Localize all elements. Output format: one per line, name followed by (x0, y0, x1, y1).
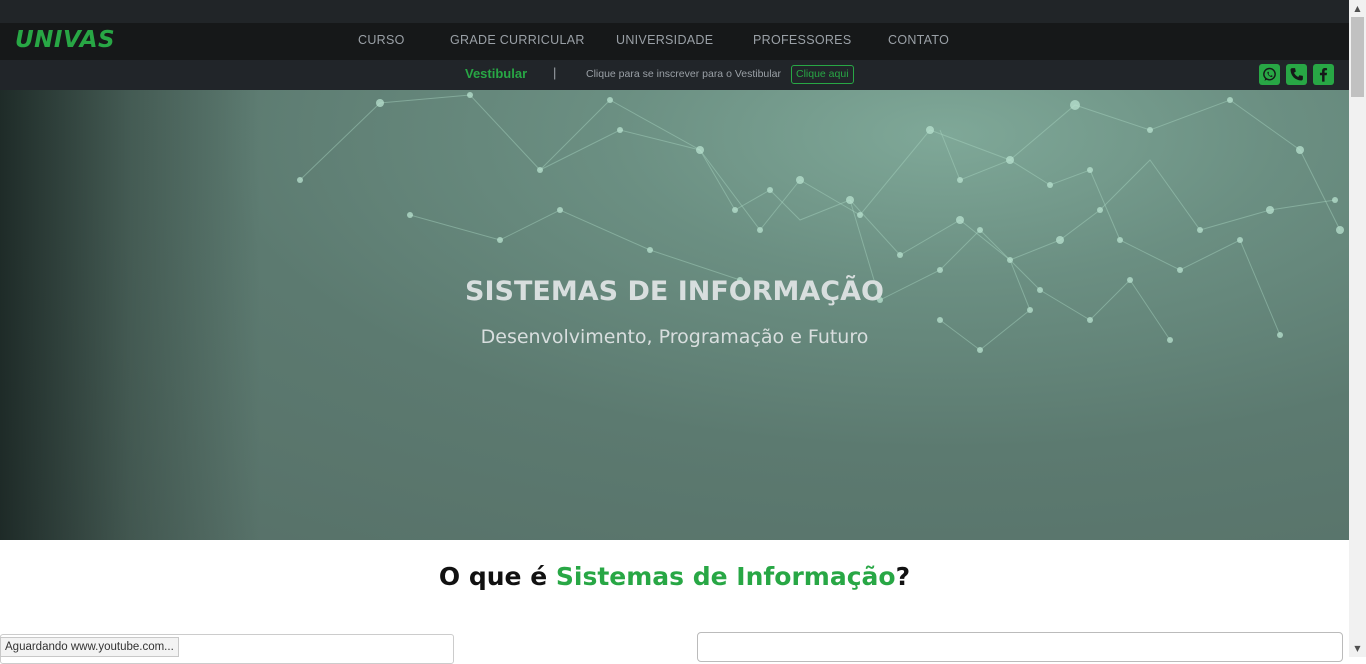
vestibular-text: Clique para se inscrever para o Vestibul… (586, 68, 781, 80)
nav-item-grade-curricular[interactable]: GRADE CURRICULAR (450, 33, 585, 47)
browser-status-bar: Aguardando www.youtube.com... (0, 637, 179, 657)
whatsapp-icon[interactable] (1259, 64, 1280, 85)
nav-item-universidade[interactable]: UNIVERSIDADE (616, 33, 713, 47)
section-title-prefix: O que é (438, 562, 556, 591)
section-title: O que é Sistemas de Informação? (0, 562, 1349, 591)
scroll-down-arrow-icon[interactable]: ▼ (1349, 640, 1366, 657)
vestibular-label: Vestibular (465, 66, 528, 81)
vestibular-bar: Vestibular | Clique para se inscrever pa… (0, 60, 1349, 90)
hero-left-shade (0, 90, 260, 540)
nav-item-curso[interactable]: CURSO (358, 33, 405, 47)
hero-subtitle: Desenvolvimento, Programação e Futuro (480, 326, 869, 348)
section-title-accent: Sistemas de Informação (555, 562, 896, 591)
content-frame-right (697, 632, 1343, 662)
hero-title: SISTEMAS DE INFORMAÇÃO (465, 276, 884, 307)
hero-banner: SISTEMAS DE INFORMAÇÃO Desenvolvimento, … (0, 90, 1349, 540)
phone-icon[interactable] (1286, 64, 1307, 85)
clique-aqui-button[interactable]: Clique aqui (791, 65, 854, 84)
main-navbar: UNIVAS CURSO GRADE CURRICULAR UNIVERSIDA… (0, 23, 1349, 60)
browser-top-strip (0, 0, 1349, 23)
vestibular-separator: | (553, 65, 557, 80)
section-title-suffix: ? (895, 562, 911, 591)
scrollbar-thumb[interactable] (1351, 17, 1364, 97)
scroll-up-arrow-icon[interactable]: ▲ (1349, 0, 1366, 17)
nav-item-professores[interactable]: PROFESSORES (753, 33, 851, 47)
nav-item-contato[interactable]: CONTATO (888, 33, 949, 47)
vertical-scrollbar[interactable]: ▲ ▼ (1349, 0, 1366, 657)
facebook-icon[interactable] (1313, 64, 1334, 85)
univas-logo[interactable]: UNIVAS (15, 27, 115, 53)
